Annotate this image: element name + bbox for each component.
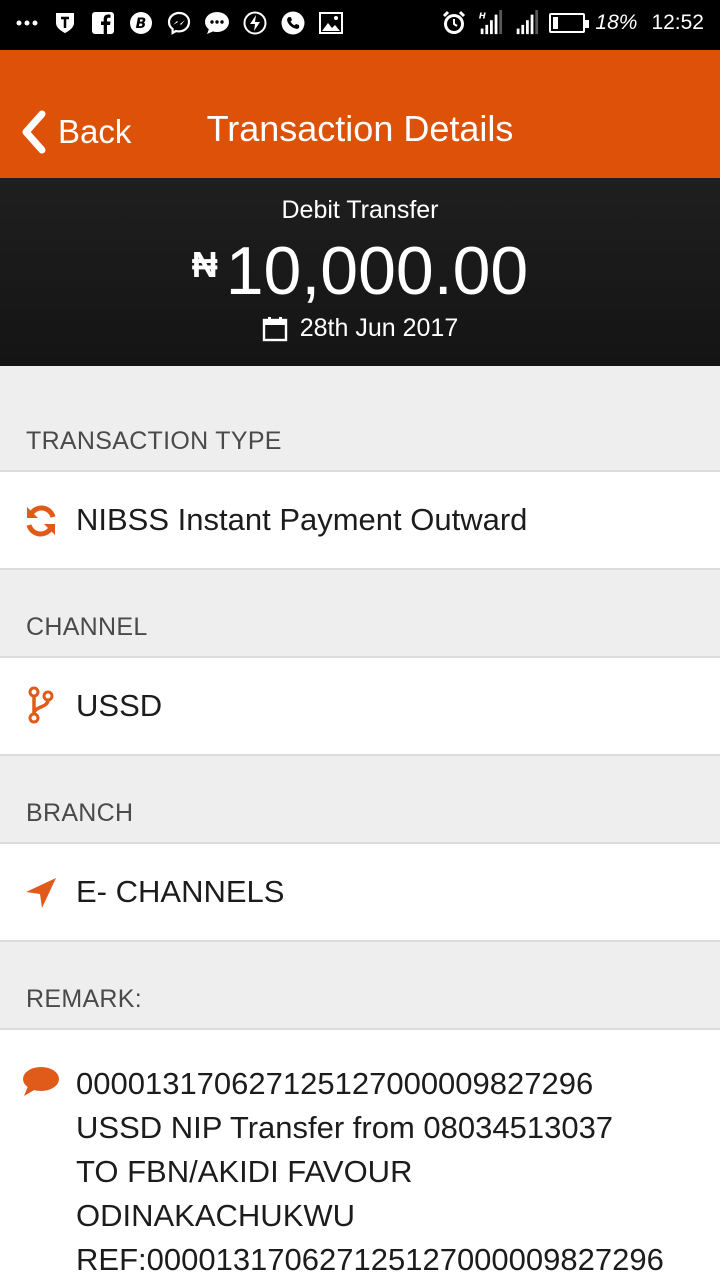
notification-icons: B bbox=[14, 10, 344, 36]
system-status: H 18% 12:52 bbox=[441, 10, 704, 36]
channel-row: USSD bbox=[0, 658, 720, 756]
transaction-kind: Debit Transfer bbox=[281, 196, 439, 224]
lightning-icon bbox=[242, 10, 268, 36]
chevron-left-icon bbox=[22, 110, 46, 154]
transaction-type-value: NIBSS Instant Payment Outward bbox=[76, 502, 528, 537]
section-label: REMARK: bbox=[26, 985, 143, 1013]
section-header-remark: REMARK: bbox=[0, 942, 720, 1030]
transaction-date: 28th Jun 2017 bbox=[0, 314, 720, 343]
refresh-icon bbox=[22, 502, 60, 540]
remark-line: USSD NIP Transfer from 08034513037 bbox=[76, 1110, 614, 1145]
branch-row: E- CHANNELS bbox=[0, 844, 720, 942]
alarm-icon bbox=[441, 10, 467, 36]
app-bar: Transaction Details Back bbox=[0, 50, 720, 178]
transaction-summary: Debit Transfer ₦ 10,000.00 28th Jun 2017 bbox=[0, 178, 720, 366]
transaction-amount: ₦ 10,000.00 bbox=[0, 232, 720, 310]
transaction-type-row: NIBSS Instant Payment Outward bbox=[0, 472, 720, 570]
comment-icon bbox=[22, 1066, 62, 1100]
code-branch-icon bbox=[22, 686, 60, 724]
b-app-icon: B bbox=[128, 10, 154, 36]
image-icon bbox=[318, 10, 344, 36]
section-header-branch: BRANCH bbox=[0, 756, 720, 844]
svg-text:H: H bbox=[479, 10, 486, 20]
section-header-channel: CHANNEL bbox=[0, 570, 720, 658]
remark-line: ODINAKACHUKWU bbox=[76, 1198, 356, 1233]
svg-text:B: B bbox=[136, 16, 147, 32]
status-bar: B H 18% 12:52 bbox=[0, 0, 720, 50]
remark-row: 000013170627125127000009827296 USSD NIP … bbox=[0, 1030, 720, 1280]
section-label: CHANNEL bbox=[26, 613, 148, 641]
section-label: BRANCH bbox=[26, 799, 134, 827]
remark-line: REF:000013170627125127000009827296 bbox=[76, 1242, 664, 1277]
remark-line: TO FBN/AKIDI FAVOUR bbox=[76, 1154, 413, 1189]
date-text: 28th Jun 2017 bbox=[299, 314, 459, 342]
clock: 12:52 bbox=[651, 11, 704, 34]
calendar-icon bbox=[262, 316, 287, 341]
amount-value: 10,000.00 bbox=[225, 233, 529, 309]
currency-symbol: ₦ bbox=[191, 244, 218, 285]
remark-text: 000013170627125127000009827296 USSD NIP … bbox=[76, 1062, 720, 1280]
phone-icon bbox=[280, 10, 306, 36]
section-label: TRANSACTION TYPE bbox=[26, 427, 282, 455]
messenger-icon bbox=[166, 10, 192, 36]
section-header-transaction-type: TRANSACTION TYPE bbox=[0, 366, 720, 472]
battery-percent: 18% bbox=[595, 11, 638, 34]
back-button[interactable]: Back bbox=[18, 108, 131, 156]
signal-h-icon: H bbox=[477, 10, 503, 36]
channel-value: USSD bbox=[76, 688, 163, 723]
facebook-icon bbox=[90, 10, 116, 36]
chat-bubble-icon bbox=[204, 10, 230, 36]
remark-line: 000013170627125127000009827296 bbox=[76, 1066, 594, 1101]
shield-icon bbox=[52, 10, 78, 36]
location-arrow-icon bbox=[22, 874, 60, 912]
more-dots-icon bbox=[14, 10, 40, 36]
back-label: Back bbox=[58, 113, 132, 150]
branch-value: E- CHANNELS bbox=[76, 874, 285, 909]
battery-icon bbox=[549, 13, 590, 33]
signal-icon bbox=[513, 10, 539, 36]
